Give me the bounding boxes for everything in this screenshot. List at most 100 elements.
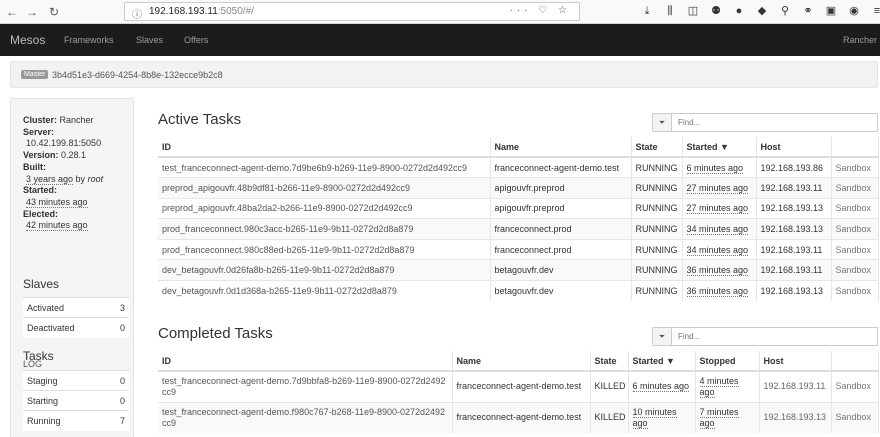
task-state: RUNNING	[631, 156, 683, 178]
extension-icon[interactable]: ⚲	[778, 4, 792, 18]
site-info-icon[interactable]: ⓘ	[132, 6, 142, 21]
col-host[interactable]: Host	[759, 351, 832, 372]
cluster-info: Cluster: Rancher Server: 10.42.199.81:50…	[23, 115, 104, 232]
forward-icon[interactable]: →	[24, 4, 40, 20]
nav-frameworks[interactable]: Frameworks	[64, 35, 114, 45]
menu-icon[interactable]: ≡	[870, 4, 880, 18]
col-sandbox	[831, 137, 879, 158]
table-row: dev_betagouvfr.0d26fa8b-b265-11e9-9b11-0…	[158, 259, 879, 281]
task-stopped: 7 minutes ago	[699, 406, 739, 429]
task-started: 34 minutes ago	[686, 224, 749, 236]
sandbox-link[interactable]: Sandbox	[836, 265, 872, 275]
task-host: 192.168.193.11	[763, 381, 826, 392]
active-tasks-table: ID Name State Started ▼ Host test_france…	[158, 137, 879, 302]
task-id-link[interactable]: preprod_apigouvfr.48b9df81-b266-11e9-890…	[162, 183, 410, 193]
task-host: 192.168.193.13	[756, 197, 832, 219]
task-id-link[interactable]: preprod_apigouvfr.48ba2da2-b266-11e9-890…	[162, 203, 413, 213]
col-host[interactable]: Host	[756, 137, 832, 158]
top-navbar: Mesos Frameworks Slaves Offers Rancher	[0, 24, 880, 56]
task-name: franceconnect.prod	[490, 218, 632, 240]
extension-icon[interactable]: ▣	[824, 4, 838, 18]
elected-value: 42 minutes ago	[26, 220, 88, 232]
extension-icon[interactable]: ◆	[755, 4, 769, 18]
completed-tasks-table: ID Name State Started ▼ Stopped Host tes…	[158, 351, 879, 433]
completed-filter-input[interactable]	[672, 327, 878, 346]
task-id-link[interactable]: test_franceconnect-agent-demo.7d9be6b9-b…	[162, 163, 467, 173]
tasks-heading: Tasks	[23, 349, 54, 363]
task-id-link[interactable]: test_franceconnect-agent-demo.f980c767-b…	[162, 407, 445, 428]
completed-tasks-title: Completed Tasks	[158, 325, 273, 342]
table-row: test_franceconnect-agent-demo.f980c767-b…	[158, 401, 879, 433]
col-id[interactable]: ID	[158, 137, 491, 158]
sandbox-link[interactable]: Sandbox	[836, 203, 872, 213]
sidebar-icon[interactable]: ◫	[686, 4, 700, 18]
col-state[interactable]: State	[590, 351, 629, 372]
filter-icon[interactable]: ⏷	[652, 327, 672, 346]
task-started: 36 minutes ago	[686, 286, 749, 298]
active-filter: ⏷	[652, 113, 878, 132]
address-bar[interactable]: ⓘ 192.168.193.11:5050/#/ ··· ♡ ☆	[124, 2, 580, 21]
extension-icon[interactable]: ◉	[847, 4, 861, 18]
col-name[interactable]: Name	[490, 137, 632, 158]
cluster-value: Rancher	[59, 115, 94, 125]
sandbox-link[interactable]: Sandbox	[836, 163, 872, 173]
sandbox-link[interactable]: Sandbox	[836, 183, 872, 193]
task-state: RUNNING	[631, 259, 683, 281]
list-item: Activated 3	[23, 297, 129, 318]
task-name: franceconnect.prod	[490, 238, 632, 260]
task-id-link[interactable]: test_franceconnect-agent-demo.7d9bbfa8-b…	[162, 376, 446, 397]
slaves-heading: Slaves	[23, 277, 60, 291]
sidebar: Cluster: Rancher Server: 10.42.199.81:50…	[10, 98, 134, 437]
sandbox-link[interactable]: Sandbox	[836, 412, 872, 422]
task-started: 34 minutes ago	[686, 244, 749, 256]
extension-icon[interactable]: ⚭	[801, 4, 815, 18]
page-actions[interactable]: ··· ♡ ☆	[510, 5, 571, 16]
sandbox-link[interactable]: Sandbox	[836, 286, 872, 296]
sandbox-link[interactable]: Sandbox	[836, 381, 872, 391]
task-name: franceconnect-agent-demo.test	[452, 401, 591, 433]
task-name: apigouvfr.preprod	[490, 197, 632, 219]
col-started[interactable]: Started ▼	[682, 137, 757, 158]
master-bar: Master 3b4d51e3-d669-4254-8b8e-132ecce9b…	[10, 61, 878, 88]
extension-icon[interactable]: ⚉	[709, 4, 723, 18]
task-host: 192.168.193.86	[756, 156, 832, 178]
list-item: Running 7	[23, 410, 129, 431]
task-id-link[interactable]: prod_franceconnect.980c88ed-b265-11e9-9b…	[162, 245, 414, 255]
active-tasks-title: Active Tasks	[158, 111, 242, 128]
sandbox-link[interactable]: Sandbox	[836, 245, 872, 255]
task-host: 192.168.193.13	[756, 280, 832, 302]
task-id-link[interactable]: dev_betagouvfr.0d1d368a-b265-11e9-9b11-0…	[162, 286, 397, 296]
task-host: 192.168.193.11	[756, 238, 832, 260]
task-state: RUNNING	[631, 177, 683, 199]
nav-offers[interactable]: Offers	[184, 35, 208, 45]
table-row: prod_franceconnect.980c88ed-b265-11e9-9b…	[158, 238, 879, 260]
started-value: 43 minutes ago	[26, 196, 88, 208]
active-filter-input[interactable]	[672, 113, 878, 132]
table-row: preprod_apigouvfr.48ba2da2-b266-11e9-890…	[158, 197, 879, 219]
brand-logo[interactable]: Mesos	[10, 33, 45, 47]
reload-icon[interactable]: ↻	[46, 4, 62, 20]
col-name[interactable]: Name	[452, 351, 591, 372]
extension-icon[interactable]: ●	[732, 4, 746, 18]
download-icon[interactable]: ⤓	[640, 4, 654, 18]
task-stopped: 4 minutes ago	[699, 375, 739, 398]
nav-slaves[interactable]: Slaves	[136, 35, 163, 45]
browser-toolbar: ← → ↻ ⓘ 192.168.193.11:5050/#/ ··· ♡ ☆ ⤓…	[0, 0, 880, 24]
sandbox-link[interactable]: Sandbox	[836, 224, 872, 234]
task-started: 10 minutes ago	[632, 406, 677, 429]
task-id-link[interactable]: dev_betagouvfr.0d26fa8b-b265-11e9-9b11-0…	[162, 265, 394, 275]
col-state[interactable]: State	[631, 137, 683, 158]
task-state: RUNNING	[631, 218, 683, 240]
col-started[interactable]: Started ▼	[628, 351, 696, 372]
master-label: Master	[21, 70, 49, 79]
task-id-link[interactable]: prod_franceconnect.980c3acc-b265-11e9-9b…	[162, 224, 413, 234]
table-row: prod_franceconnect.980c3acc-b265-11e9-9b…	[158, 218, 879, 240]
col-id[interactable]: ID	[158, 351, 453, 372]
col-stopped[interactable]: Stopped	[695, 351, 760, 372]
server-value: 10.42.199.81:5050	[26, 138, 102, 149]
back-icon[interactable]: ←	[4, 4, 20, 20]
task-host: 192.168.193.13	[756, 218, 832, 240]
library-icon[interactable]: ⫼	[663, 4, 677, 18]
task-state: KILLED	[590, 370, 629, 402]
filter-icon[interactable]: ⏷	[652, 113, 672, 132]
